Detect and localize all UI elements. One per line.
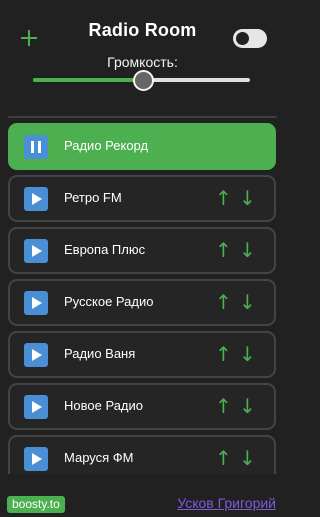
move-up-icon[interactable]: ↑ [215, 290, 232, 314]
divider [8, 116, 277, 118]
station-name: Радио Рекорд [64, 138, 149, 153]
move-up-icon[interactable]: ↑ [215, 394, 232, 418]
play-icon[interactable] [24, 187, 48, 211]
station-name: Ретро FM [64, 190, 122, 205]
pause-icon[interactable] [24, 135, 48, 159]
move-down-icon[interactable]: ↓ [239, 446, 256, 470]
play-icon[interactable] [24, 343, 48, 367]
toggle-knob [236, 32, 249, 45]
move-down-icon[interactable]: ↓ [239, 394, 256, 418]
station-name: Маруся ФМ [64, 450, 134, 465]
volume-fill [33, 78, 142, 82]
station-name: Европа Плюс [64, 242, 146, 257]
station-name: Радио Ваня [64, 346, 136, 361]
station-item[interactable]: Новое Радио ↑ ↓ [8, 383, 276, 430]
station-name: Новое Радио [64, 398, 143, 413]
play-icon[interactable] [24, 395, 48, 419]
station-item[interactable]: Радио Ваня ↑ ↓ [8, 331, 276, 378]
station-item[interactable]: Ретро FM ↑ ↓ [8, 175, 276, 222]
volume-label: Громкость: [107, 54, 178, 70]
station-item[interactable]: Европа Плюс ↑ ↓ [8, 227, 276, 274]
play-icon[interactable] [24, 447, 48, 471]
volume-thumb[interactable] [132, 70, 154, 91]
move-up-icon[interactable]: ↑ [215, 238, 232, 262]
station-item[interactable]: Маруся ФМ ↑ ↓ [8, 435, 276, 474]
move-down-icon[interactable]: ↓ [239, 186, 256, 210]
move-down-icon[interactable]: ↓ [239, 290, 256, 314]
theme-toggle[interactable] [233, 29, 267, 48]
volume-slider[interactable] [33, 70, 250, 91]
author-link[interactable]: Усков Григорий [177, 495, 276, 511]
play-icon[interactable] [24, 239, 48, 263]
move-up-icon[interactable]: ↑ [215, 446, 232, 470]
move-up-icon[interactable]: ↑ [215, 186, 232, 210]
move-up-icon[interactable]: ↑ [215, 342, 232, 366]
station-list[interactable]: Радио Рекорд Ретро FM ↑ ↓ Европа Плюс ↑ ↓ Русск… [0, 123, 285, 474]
move-down-icon[interactable]: ↓ [239, 238, 256, 262]
move-down-icon[interactable]: ↓ [239, 342, 256, 366]
station-item[interactable]: Русское Радио ↑ ↓ [8, 279, 276, 326]
boosty-link[interactable]: boosty.to [7, 496, 65, 513]
station-name: Русское Радио [64, 294, 154, 309]
station-item[interactable]: Радио Рекорд [8, 123, 276, 170]
play-icon[interactable] [24, 291, 48, 315]
